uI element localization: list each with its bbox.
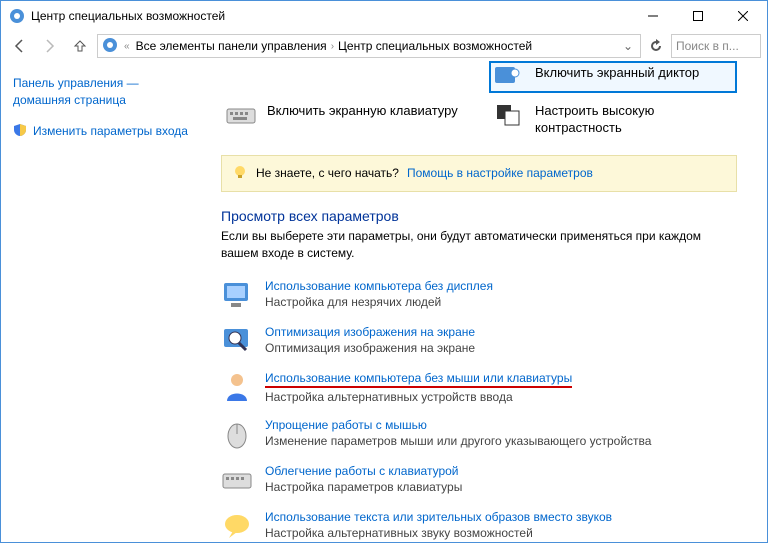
close-button[interactable] (720, 2, 765, 30)
sidebar-home-link[interactable]: Панель управления — домашняя страница (13, 75, 189, 109)
help-bar: Не знаете, с чего начать? Помощь в настр… (221, 155, 737, 192)
mouse-icon (221, 418, 253, 450)
chevron-icon: « (122, 41, 132, 52)
quick-keyboard-label: Включить экранную клавиатуру (267, 103, 458, 120)
breadcrumb-item[interactable]: Центр специальных возможностей (338, 39, 532, 53)
setting-link[interactable]: Облегчение работы с клавиатурой (265, 464, 459, 478)
quick-keyboard[interactable]: Включить экранную клавиатуру (221, 99, 469, 141)
quick-contrast-label: Настроить высокую контрастность (535, 103, 733, 137)
setting-mouse: Упрощение работы с мышью Изменение парам… (221, 412, 761, 458)
help-prefix: Не знаете, с чего начать? (256, 166, 399, 180)
address-bar: « Все элементы панели управления › Центр… (1, 31, 767, 61)
sidebar-login-link[interactable]: Изменить параметры входа (13, 123, 189, 142)
setting-sub: Настройка для незрячих людей (265, 295, 737, 309)
contrast-icon (493, 103, 525, 127)
setting-sub: Изменение параметров мыши или другого ук… (265, 434, 737, 448)
sidebar: Панель управления — домашняя страница Из… (1, 61, 201, 542)
forward-button[interactable] (37, 33, 63, 59)
back-button[interactable] (7, 33, 33, 59)
quick-narrator[interactable]: Включить экранный диктор (489, 61, 737, 93)
setting-sub: Настройка альтернативных устройств ввода (265, 390, 737, 404)
search-placeholder: Поиск в п... (676, 39, 739, 53)
setting-link[interactable]: Использование компьютера без мыши или кл… (265, 371, 572, 388)
setting-sub: Настройка параметров клавиатуры (265, 480, 737, 494)
monitor-off-icon (221, 279, 253, 311)
help-link[interactable]: Помощь в настройке параметров (407, 166, 593, 180)
window-title: Центр специальных возможностей (31, 9, 630, 23)
main-content: Включить экранный диктор Включить экранн… (201, 61, 767, 542)
narrator-icon (493, 65, 525, 89)
up-button[interactable] (67, 33, 93, 59)
setting-sound-alternatives: Использование текста или зрительных обра… (221, 504, 761, 542)
chevron-right-icon: › (329, 41, 336, 52)
section-desc: Если вы выберете эти параметры, они буду… (221, 228, 761, 262)
setting-link[interactable]: Использование компьютера без дисплея (265, 279, 493, 293)
address-field[interactable]: « Все элементы панели управления › Центр… (97, 34, 641, 58)
maximize-button[interactable] (675, 2, 720, 30)
app-icon (9, 8, 25, 24)
quick-contrast[interactable]: Настроить высокую контрастность (489, 99, 737, 141)
setting-link[interactable]: Использование текста или зрительных обра… (265, 510, 612, 524)
breadcrumb-item[interactable]: Все элементы панели управления (136, 39, 327, 53)
section-title: Просмотр всех параметров (221, 208, 761, 224)
quick-narrator-label: Включить экранный диктор (535, 65, 699, 82)
keyboard-icon (225, 103, 257, 127)
magnifier-icon (221, 325, 253, 357)
setting-optimize-display: Оптимизация изображения на экране Оптими… (221, 319, 761, 365)
address-dropdown-button[interactable]: ⌄ (620, 39, 636, 53)
refresh-button[interactable] (645, 35, 667, 57)
minimize-button[interactable] (630, 2, 675, 30)
setting-sub: Оптимизация изображения на экране (265, 341, 737, 355)
setting-link[interactable]: Упрощение работы с мышью (265, 418, 427, 432)
setting-keyboard: Облегчение работы с клавиатурой Настройк… (221, 458, 761, 504)
person-icon (221, 371, 253, 403)
address-icon (102, 37, 118, 56)
titlebar: Центр специальных возможностей (1, 1, 767, 31)
bulb-icon (232, 164, 248, 183)
shield-icon (13, 123, 27, 142)
keyboard-icon (221, 464, 253, 496)
setting-sub: Настройка альтернативных звуку возможнос… (265, 526, 737, 540)
setting-no-mouse-keyboard: Использование компьютера без мыши или кл… (221, 365, 761, 412)
search-input[interactable]: Поиск в п... (671, 34, 761, 58)
speech-bubble-icon (221, 510, 253, 542)
setting-link[interactable]: Оптимизация изображения на экране (265, 325, 475, 339)
setting-no-display: Использование компьютера без дисплея Нас… (221, 273, 761, 319)
sidebar-login-label: Изменить параметры входа (33, 123, 188, 142)
